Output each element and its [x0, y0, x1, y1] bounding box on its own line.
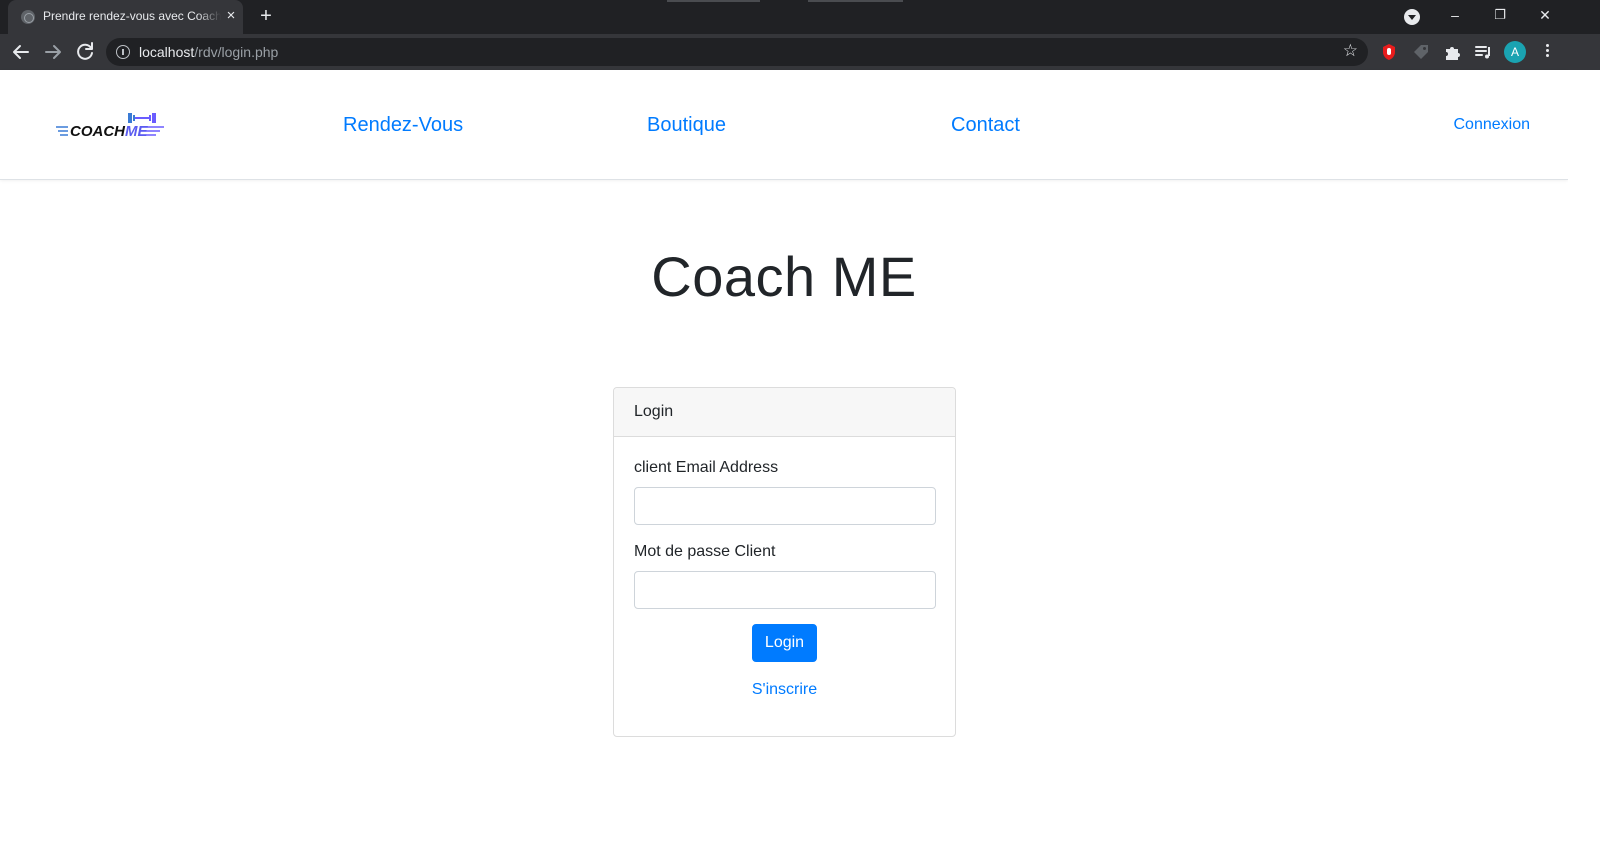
url-path: /rdv/login.php — [194, 44, 279, 60]
login-card-header: Login — [614, 388, 955, 437]
email-field[interactable] — [634, 487, 936, 525]
globe-icon — [21, 10, 35, 24]
address-bar[interactable]: localhost/rdv/login.php ☆ — [106, 38, 1368, 66]
tab-title: Prendre rendez-vous avec CoachMe — [43, 9, 221, 25]
forward-arrow-icon[interactable] — [41, 40, 65, 64]
login-card: Login client Email Address Mot de passe … — [613, 387, 956, 737]
nav-login[interactable]: Connexion — [1454, 116, 1531, 134]
tab-strip-divider — [808, 0, 903, 2]
back-arrow-icon[interactable] — [9, 40, 33, 64]
nav-boutique[interactable]: Boutique — [647, 114, 726, 137]
page-title: Coach ME — [651, 245, 917, 308]
tag-extension-icon[interactable] — [1412, 43, 1430, 61]
nav-contact[interactable]: Contact — [951, 114, 1020, 137]
window-close-button[interactable]: ✕ — [1523, 0, 1567, 34]
browser-menu-icon[interactable] — [1542, 42, 1552, 62]
profile-avatar[interactable]: A — [1504, 41, 1526, 63]
tab-search-icon[interactable] — [1404, 9, 1420, 25]
restore-button[interactable]: ❐ — [1478, 0, 1522, 34]
url-host: localhost — [139, 44, 195, 60]
site-navbar: COACH ME Rendez-Vous Boutique Contact Co… — [0, 70, 1568, 180]
login-button[interactable]: Login — [752, 624, 817, 662]
reload-icon[interactable] — [73, 40, 97, 64]
media-queue-icon[interactable] — [1474, 43, 1492, 61]
puzzle-extensions-icon[interactable] — [1443, 43, 1461, 61]
logo-wordmark-coach: COACH — [70, 123, 126, 140]
bookmark-star-icon[interactable]: ☆ — [1343, 41, 1358, 61]
password-field[interactable] — [634, 571, 936, 609]
logo-wordmark-me: ME — [125, 123, 148, 140]
browser-toolbar: localhost/rdv/login.php ☆ A — [0, 34, 1600, 70]
site-info-icon[interactable] — [116, 45, 130, 59]
browser-tab-strip: Prendre rendez-vous avec CoachMe × + – ❐… — [0, 0, 1600, 34]
browser-tab-active[interactable]: Prendre rendez-vous avec CoachMe × — [8, 0, 243, 34]
red-hand-extension-icon[interactable] — [1380, 43, 1398, 61]
email-label: client Email Address — [634, 459, 779, 476]
tab-strip-divider — [667, 0, 760, 2]
page-scrollbar[interactable] — [1568, 70, 1600, 860]
new-tab-button[interactable]: + — [256, 5, 276, 27]
tab-close-icon[interactable]: × — [223, 8, 239, 24]
password-label: Mot de passe Client — [634, 543, 776, 560]
nav-rendezvous[interactable]: Rendez-Vous — [343, 114, 463, 137]
minimize-button[interactable]: – — [1433, 0, 1477, 34]
coachme-logo[interactable]: COACH ME — [54, 110, 168, 142]
address-url[interactable]: localhost/rdv/login.php — [139, 44, 278, 60]
signup-link[interactable]: S'inscrire — [614, 681, 955, 699]
